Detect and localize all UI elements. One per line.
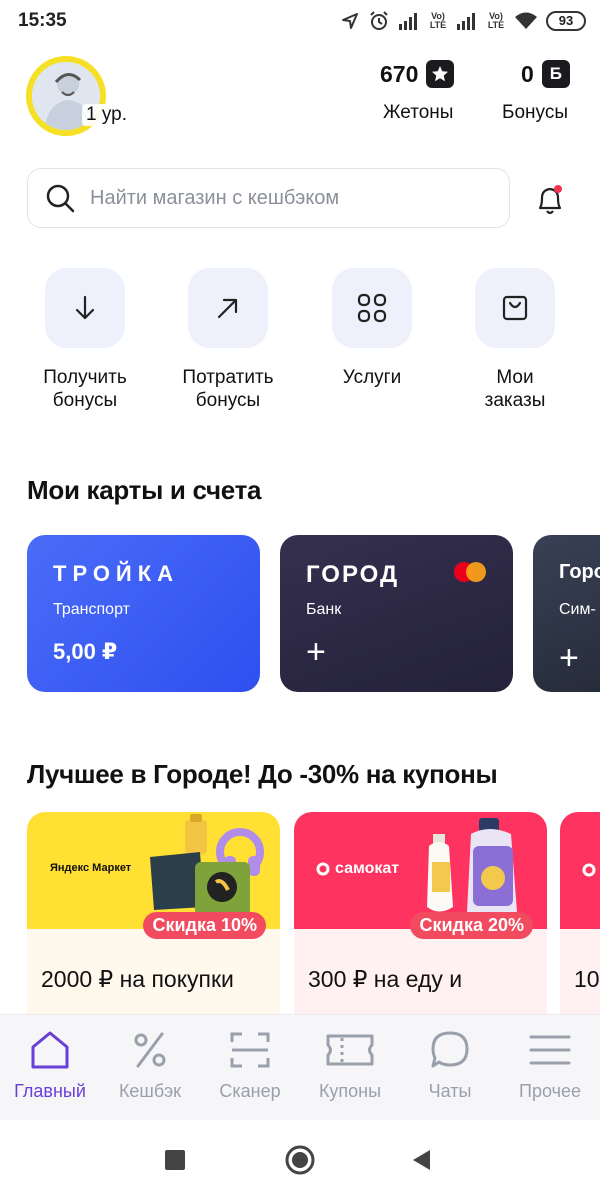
nav-chats[interactable]: Чаты [400, 1025, 500, 1102]
scanner-icon [230, 1032, 270, 1068]
menu-icon [529, 1035, 571, 1065]
wifi-icon [515, 12, 537, 29]
bonus-label: Бонусы [502, 102, 568, 123]
samokat-logo-icon [582, 863, 596, 877]
recent-apps-icon[interactable] [164, 1149, 186, 1171]
services-action[interactable]: Услуги [307, 268, 437, 389]
lte-indicator-2: Vo) LTE [487, 11, 505, 30]
action-label: Получить бонусы [43, 367, 127, 411]
signal-icon [399, 13, 417, 30]
status-icons: Vo) LTE Vo) LTE 93 [340, 8, 586, 34]
nav-coupons[interactable]: Купоны [300, 1025, 400, 1102]
level-badge: 1 ур. [82, 104, 131, 126]
nav-label: Чаты [428, 1081, 472, 1101]
coupon-text: 2000 ₽ на покупки [41, 966, 234, 992]
nav-cashback[interactable]: Кешбэк [100, 1025, 200, 1102]
coupon-card[interactable]: 10 [560, 812, 600, 1042]
card-subtitle: Сим- [559, 601, 596, 618]
mastercard-icon [454, 562, 486, 582]
signal-icon-2 [457, 13, 475, 30]
ticket-icon [326, 1034, 374, 1066]
troika-card[interactable]: ТРОЙКА Транспорт 5,00 ₽ [27, 535, 260, 692]
bottom-navigation: Главный Кешбэк Сканер Купоны Чаты Прочее [0, 1014, 600, 1120]
search-icon [46, 184, 75, 213]
bonus-value: 0 [521, 60, 534, 87]
nav-more[interactable]: Прочее [500, 1025, 600, 1102]
bell-icon [538, 185, 562, 215]
add-card-icon[interactable]: + [559, 641, 579, 675]
alarm-icon [370, 11, 388, 30]
card-brand: ТРОЙКА [53, 561, 180, 586]
action-label: Услуги [342, 367, 402, 388]
search-bar[interactable] [27, 168, 510, 228]
get-bonuses-action[interactable]: Получить бонусы [20, 268, 150, 412]
coupon-brand-logo: Яндекс Маркет [50, 862, 132, 874]
tokens-label: Жетоны [383, 102, 454, 123]
my-orders-action[interactable]: Мои заказы [450, 268, 580, 412]
coupon-brand-logo: самокат [316, 860, 399, 878]
nav-label: Сканер [219, 1081, 281, 1101]
bonus-badge-icon: Б [541, 60, 570, 88]
bonus-counter[interactable]: 0 Б [521, 60, 570, 88]
action-tile [188, 268, 268, 348]
action-label: Потратить бонусы [182, 367, 274, 411]
location-icon [342, 13, 358, 29]
nav-label: Купоны [318, 1081, 382, 1101]
star-badge-icon [426, 60, 455, 88]
nav-home[interactable]: Главный [0, 1025, 100, 1102]
coupon-card[interactable]: самокат 300 ₽ на еду и другие товары Ски… [294, 812, 547, 1042]
card-subtitle: Транспорт [53, 601, 130, 618]
card-brand: Горо [559, 561, 600, 583]
card-brand: ГОРОД [306, 561, 400, 588]
gorod-bank-card[interactable]: ГОРОД Банк + [280, 535, 513, 692]
arrow-down-icon [75, 295, 95, 320]
home-button-icon[interactable] [284, 1144, 316, 1176]
card-subtitle: Банк [306, 601, 342, 618]
add-card-icon[interactable]: + [306, 635, 326, 669]
coupon-card[interactable]: Яндекс Маркет 2000 ₽ на покупки Скидка 1… [27, 812, 280, 1042]
tokens-value: 670 [380, 60, 419, 87]
status-bar: 15:35 Vo) LTE Vo) LTE 93 [0, 0, 600, 44]
action-tile [332, 268, 412, 348]
nav-label: Прочее [519, 1081, 581, 1101]
discount-badge: Скидка 10% [143, 912, 266, 939]
tokens-counter[interactable]: 670 [380, 60, 455, 88]
coupons-section-title: Лучшее в Городе! До -30% на купоны [27, 759, 498, 789]
samokat-logo-icon [316, 862, 330, 876]
coupon-banner [560, 812, 600, 929]
sim-card[interactable]: Горо Сим- + [533, 535, 600, 692]
battery-indicator: 93 [546, 11, 586, 31]
system-navigation-bar [0, 1120, 600, 1200]
grid-icon [357, 293, 387, 323]
nav-label: Главный [14, 1081, 86, 1101]
nav-scanner[interactable]: Сканер [200, 1025, 300, 1102]
action-tile [475, 268, 555, 348]
cards-section-title: Мои карты и счета [27, 475, 262, 505]
arrow-up-right-icon [217, 298, 238, 319]
action-tile [45, 268, 125, 348]
action-label: Мои заказы [484, 367, 546, 411]
discount-badge: Скидка 20% [410, 912, 533, 939]
notifications-button[interactable] [530, 180, 570, 220]
home-icon [31, 1031, 69, 1069]
back-icon[interactable] [410, 1148, 432, 1172]
search-input[interactable] [90, 186, 480, 210]
spend-bonuses-action[interactable]: Потратить бонусы [163, 268, 293, 412]
chat-icon [431, 1031, 469, 1068]
status-time: 15:35 [18, 10, 67, 31]
nav-label: Кешбэк [118, 1081, 182, 1101]
bag-icon [502, 295, 528, 321]
coupon-text: 10 [574, 966, 600, 992]
card-balance: 5,00 ₽ [53, 639, 118, 664]
lte-indicator: Vo) LTE [429, 11, 447, 30]
percent-icon [134, 1032, 166, 1068]
